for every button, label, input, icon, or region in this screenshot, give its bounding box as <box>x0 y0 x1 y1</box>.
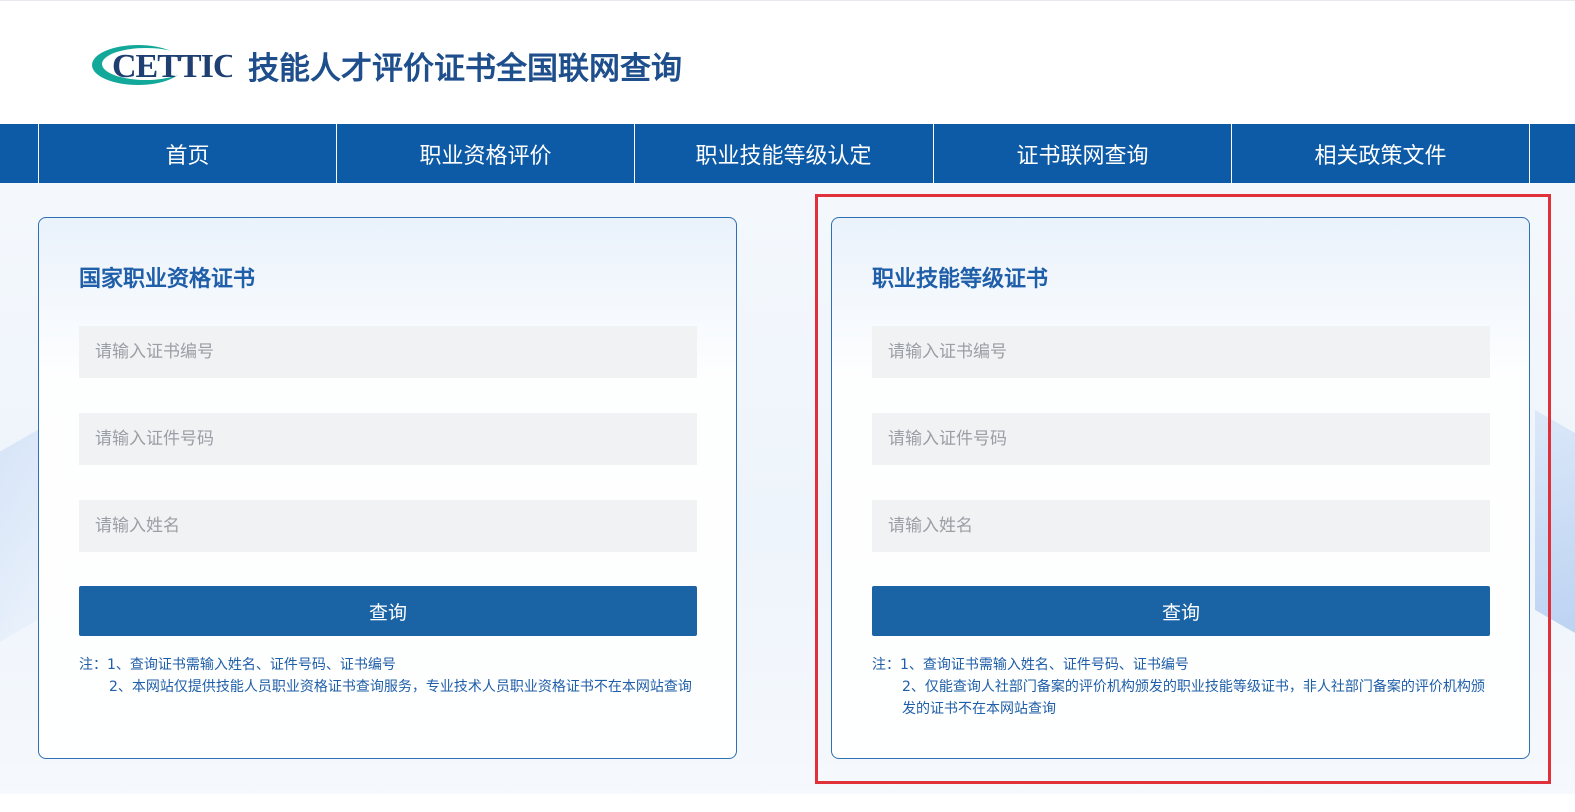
note-line-2: 2、本网站仅提供技能人员职业资格证书查询服务，专业技术人员职业资格证书不在本网站… <box>109 679 692 695</box>
name-input[interactable] <box>79 500 697 552</box>
note-line-2: 2、仅能查询人社部门备案的评价机构颁发的职业技能等级证书，非人社部门备案的评价机… <box>902 679 1485 717</box>
id-number-input[interactable] <box>79 413 697 465</box>
id-number-input[interactable] <box>872 413 1490 465</box>
nav-divider <box>1529 124 1530 183</box>
certificate-number-input[interactable] <box>872 326 1490 378</box>
notes: 注：1、查询证书需输入姓名、证件号码、证书编号 2、仅能查询人社部门备案的评价机… <box>872 654 1490 720</box>
query-button[interactable]: 查询 <box>872 586 1490 636</box>
site-title: 技能人才评价证书全国联网查询 <box>248 51 682 87</box>
qualification-certificate-card: 国家职业资格证书 查询 注：1、查询证书需输入姓名、证件号码、证书编号 2、本网… <box>38 217 737 759</box>
background-decoration-right <box>1535 409 1575 657</box>
name-input[interactable] <box>872 500 1490 552</box>
nav-item-qualification-evaluation[interactable]: 职业资格评价 <box>336 124 634 183</box>
skill-level-certificate-card: 职业技能等级证书 查询 注：1、查询证书需输入姓名、证件号码、证书编号 2、仅能… <box>831 217 1530 759</box>
note-line-1: 注：1、查询证书需输入姓名、证件号码、证书编号 <box>872 657 1189 673</box>
site-header: CETTIC 技能人才评价证书全国联网查询 <box>0 0 1575 124</box>
notes: 注：1、查询证书需输入姓名、证件号码、证书编号 2、本网站仅提供技能人员职业资格… <box>79 654 697 698</box>
page-bottom <box>0 794 1575 812</box>
certificate-number-input[interactable] <box>79 326 697 378</box>
note-line-1: 注：1、查询证书需输入姓名、证件号码、证书编号 <box>79 657 396 673</box>
query-button[interactable]: 查询 <box>79 586 697 636</box>
svg-text:CETTIC: CETTIC <box>112 48 232 85</box>
nav-item-home[interactable]: 首页 <box>38 124 336 183</box>
nav-item-certificate-query[interactable]: 证书联网查询 <box>933 124 1231 183</box>
card-title: 国家职业资格证书 <box>79 267 256 292</box>
main-nav: 首页 职业资格评价 职业技能等级认定 证书联网查询 相关政策文件 <box>0 124 1575 183</box>
nav-item-skill-level-certification[interactable]: 职业技能等级认定 <box>634 124 932 183</box>
nav-item-policy-documents[interactable]: 相关政策文件 <box>1231 124 1529 183</box>
main-content: 国家职业资格证书 查询 注：1、查询证书需输入姓名、证件号码、证书编号 2、本网… <box>0 183 1575 812</box>
cettic-logo[interactable]: CETTIC <box>90 41 232 89</box>
card-title: 职业技能等级证书 <box>872 267 1049 292</box>
